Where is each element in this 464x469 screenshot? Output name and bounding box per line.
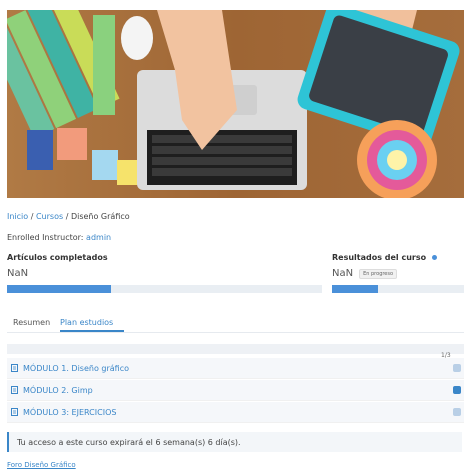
access-expiry-alert: Tu acceso a este curso expirará el 6 sem… (7, 432, 462, 452)
course-hero-image (7, 10, 464, 198)
module-label: MÓDULO 2. Gimp (23, 385, 93, 395)
check-icon (453, 386, 461, 394)
status-dot-icon (453, 364, 461, 372)
instructor-link[interactable]: admin (86, 233, 111, 242)
breadcrumb-separator: / (65, 212, 69, 221)
module-label: MÓDULO 3: EJERCICIOS (23, 407, 117, 417)
articles-completed: Artículos completados NaN (7, 253, 322, 293)
course-tabs: Resumen Plan estudios (7, 318, 464, 333)
module-label: MÓDULO 1. Diseño gráfico (23, 363, 129, 373)
alert-text: Tu acceso a este curso expirará el 6 sem… (17, 437, 241, 447)
results-progress-track (332, 285, 464, 293)
articles-progress-fill (7, 285, 111, 293)
breadcrumb-current: Diseño Gráfico (70, 212, 130, 221)
instructor-label: Enrolled Instructor: (7, 233, 84, 242)
document-icon (11, 386, 18, 394)
status-dot-icon (453, 408, 461, 416)
forum-link[interactable]: Foro Diseño Gráfico (7, 461, 76, 469)
info-icon[interactable] (431, 255, 437, 260)
tab-study-plan[interactable]: Plan estudios (60, 318, 113, 327)
results-value: NaN (332, 268, 354, 279)
articles-value: NaN (7, 268, 29, 279)
tab-summary[interactable]: Resumen (13, 318, 50, 327)
hero-illustration (7, 10, 464, 198)
results-value-row: NaN En progreso (332, 268, 464, 279)
instructor-line: Enrolled Instructor: admin (7, 233, 111, 242)
module-item[interactable]: MÓDULO 2. Gimp (7, 380, 464, 401)
course-results: Resultados del curso NaN En progreso (332, 253, 464, 293)
breadcrumb-home-link[interactable]: Inicio (7, 212, 28, 221)
document-icon (11, 364, 18, 372)
module-item[interactable]: MÓDULO 3: EJERCICIOS (7, 402, 464, 423)
breadcrumb: Inicio / Cursos / Diseño Gráfico (7, 212, 130, 221)
status-badge: En progreso (359, 268, 398, 279)
results-title-text: Resultados del curso (332, 253, 427, 262)
module-list: MÓDULO 1. Diseño gráfico MÓDULO 2. Gimp … (7, 358, 464, 423)
results-progress-fill (332, 285, 379, 293)
breadcrumb-separator: / (30, 212, 34, 221)
modules-header (7, 344, 464, 354)
breadcrumb-courses-link[interactable]: Cursos (36, 212, 63, 221)
document-icon (11, 408, 18, 416)
module-item[interactable]: MÓDULO 1. Diseño gráfico (7, 358, 464, 379)
articles-progress-track (7, 285, 322, 293)
results-title: Resultados del curso (332, 253, 464, 262)
articles-title: Artículos completados (7, 253, 108, 262)
tabs-divider (7, 332, 464, 333)
